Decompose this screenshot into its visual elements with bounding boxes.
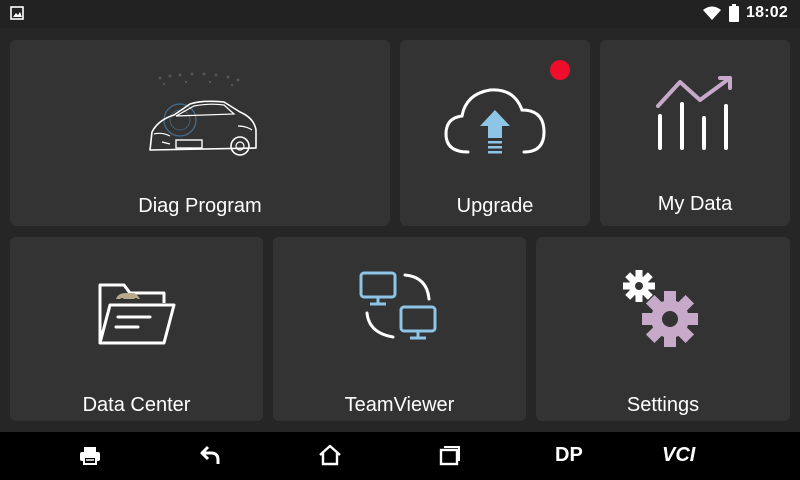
tile-data-center[interactable]: Data Center xyxy=(10,237,263,421)
tile-my-data[interactable]: My Data xyxy=(600,40,790,226)
back-icon xyxy=(200,445,220,464)
remote-monitors-icon xyxy=(359,271,437,340)
recent-apps-icon xyxy=(439,446,460,466)
cloud-upload-icon xyxy=(444,88,546,154)
tile-label: Settings xyxy=(626,394,700,416)
print-button[interactable] xyxy=(70,432,110,480)
status-bar: 18:02 xyxy=(0,0,800,28)
bar-chart-icon xyxy=(656,76,732,150)
vci-label: VCI xyxy=(662,444,696,466)
home-icon xyxy=(319,444,341,466)
wifi-icon xyxy=(703,6,721,20)
image-notification-icon xyxy=(10,6,24,20)
vci-button[interactable]: VCI xyxy=(656,432,706,480)
tile-label: Diag Program xyxy=(138,195,262,217)
folder-car-icon xyxy=(98,283,176,345)
tile-diag-program[interactable]: Diag Program xyxy=(10,40,390,226)
tile-upgrade[interactable]: Upgrade xyxy=(400,40,590,226)
gears-icon xyxy=(623,270,698,347)
notification-badge xyxy=(550,60,570,80)
home-button[interactable] xyxy=(310,432,350,480)
back-button[interactable] xyxy=(190,432,230,480)
tile-label: My Data xyxy=(657,193,733,215)
tile-label: Data Center xyxy=(82,394,191,416)
tile-label: Upgrade xyxy=(456,195,534,217)
status-time: 18:02 xyxy=(746,4,788,21)
dp-label: DP xyxy=(555,444,583,466)
print-icon xyxy=(80,447,100,465)
battery-icon xyxy=(729,4,739,22)
tile-teamviewer[interactable]: TeamViewer xyxy=(273,237,526,421)
tile-label: TeamViewer xyxy=(344,394,455,416)
navigation-bar: DP VCI xyxy=(0,432,800,480)
dp-button[interactable]: DP xyxy=(548,432,598,480)
tile-settings[interactable]: Settings xyxy=(536,237,790,421)
recent-apps-button[interactable] xyxy=(430,432,470,480)
car-icon xyxy=(149,72,257,156)
